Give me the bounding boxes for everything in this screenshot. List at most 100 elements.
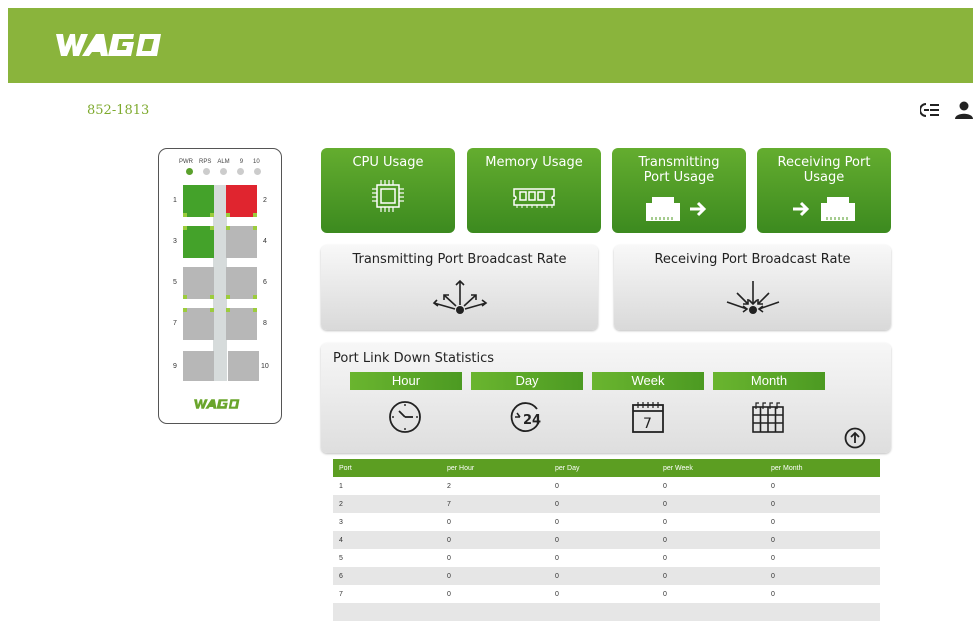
cell-per-hour: 0 [441,567,549,585]
24-hours-label: 24 [523,413,541,428]
rx-broadcast-rate-tile[interactable]: Receiving Port Broadcast Rate [614,245,891,330]
col-per-month[interactable]: per Month [765,459,880,477]
memory-usage-label: Memory Usage [485,155,583,170]
memory-usage-tile[interactable]: Memory Usage [467,148,601,233]
tx-port-usage-tile[interactable]: Transmitting Port Usage [612,148,746,233]
table-row [333,603,880,621]
top-toolbar [920,100,973,120]
link-down-stats-panel: Port Link Down Statistics Hour Day Week … [321,343,891,453]
led-label-9: 9 [239,159,244,165]
cell-port: 6 [333,567,441,585]
table-row: 5 0 0 0 0 [333,549,880,567]
port-5[interactable] [183,267,214,299]
port-2[interactable] [226,185,257,217]
cell-per-hour: 0 [447,518,451,526]
24-hours-icon[interactable]: 24 [509,400,545,436]
cell-per-day: 0 [549,531,657,549]
cell-port: 3 [339,518,343,526]
cell-port: 5 [339,554,343,562]
port-number-2: 2 [263,197,267,204]
clock-icon[interactable] [388,400,424,436]
port-number-9: 9 [173,363,177,370]
arrow-up-circle-icon [844,427,866,449]
rps-led [203,168,210,175]
table-row: 60000 [333,567,880,585]
port-3[interactable] [183,226,214,258]
cpu-chip-icon [321,178,455,219]
broadcast-out-icon [321,277,598,322]
memory-module-icon [467,186,601,215]
rx-port-usage-label: Receiving Port Usage [777,155,871,185]
cell-per-day: 0 [555,518,559,526]
cell-per-hour: 2 [447,482,451,490]
cell-per-hour: 0 [447,554,451,562]
col-per-hour[interactable]: per Hour [441,459,549,477]
week-calendar-label: 7 [643,416,652,432]
cell-port: 1 [339,482,343,490]
col-per-week[interactable]: per Week [657,459,765,477]
tx-broadcast-rate-tile[interactable]: Transmitting Port Broadcast Rate [321,245,598,330]
cell-per-month: 0 [771,482,775,490]
port-number-1: 1 [173,197,177,204]
cpu-usage-tile[interactable]: CPU Usage [321,148,455,233]
wago-logo [56,34,176,61]
cell-per-week: 0 [663,482,667,490]
port-10[interactable] [228,351,259,381]
cell-per-day: 0 [549,495,657,513]
col-port[interactable]: Port [333,459,441,477]
port-divider [213,185,227,381]
port-8[interactable] [226,308,257,340]
cell-per-month: 0 [765,495,880,513]
rx-port-usage-tile[interactable]: Receiving Port Usage [757,148,891,233]
col-per-day[interactable]: per Day [549,459,657,477]
period-week-button[interactable]: Week [592,372,704,390]
port-number-4: 4 [263,238,267,245]
table-row: 27000 [333,495,880,513]
port-number-8: 8 [263,320,267,327]
port-4[interactable] [226,226,257,258]
user-icon[interactable] [954,100,973,120]
device-front-panel: PWR RPS ALM 9 10 1 2 3 4 5 6 7 8 9 10 [158,148,282,424]
cell-per-week: 0 [663,518,667,526]
port-1[interactable] [183,185,214,217]
led-label-10: 10 [253,159,260,165]
cpu-usage-label: CPU Usage [352,155,424,170]
port-9-led [237,168,244,175]
cell-per-week: 0 [657,567,765,585]
cell-per-day: 0 [555,590,559,598]
alm-led [220,168,227,175]
period-day-button[interactable]: Day [471,372,583,390]
cell-port: 7 [339,590,343,598]
rx-broadcast-rate-label: Receiving Port Broadcast Rate [654,252,851,267]
port-6[interactable] [226,267,257,299]
cell-per-hour: 0 [441,531,549,549]
cell-per-hour: 7 [441,495,549,513]
device-model: 852-1813 [87,103,150,118]
cell-per-week: 0 [657,531,765,549]
table-row: 1 2 0 0 0 [333,477,880,495]
port-number-3: 3 [173,238,177,245]
cell-per-day: 0 [555,482,559,490]
period-hour-button[interactable]: Hour [350,372,462,390]
cell-per-month: 0 [771,554,775,562]
list-menu-icon[interactable] [920,100,940,120]
week-calendar-icon[interactable]: 7 [631,400,667,436]
tx-port-usage-label: Transmitting Port Usage [638,155,720,185]
port-number-10: 10 [261,363,269,370]
cell-per-week: 0 [663,590,667,598]
port-9[interactable] [183,351,214,381]
link-down-table: Port per Hour per Day per Week per Month… [333,459,880,621]
cell-per-month: 0 [771,518,775,526]
led-label-rps: RPS [199,159,212,165]
cell-per-month: 0 [771,590,775,598]
period-month-button[interactable]: Month [713,372,825,390]
led-label-alm: ALM [217,159,230,165]
scroll-up-button[interactable] [844,427,866,449]
cell-per-week: 0 [663,554,667,562]
pwr-led [186,168,193,175]
port-out-icon [612,193,746,228]
month-calendar-icon[interactable] [751,400,787,436]
port-7[interactable] [183,308,214,340]
port-number-5: 5 [173,279,177,286]
link-down-stats-title: Port Link Down Statistics [333,351,495,366]
